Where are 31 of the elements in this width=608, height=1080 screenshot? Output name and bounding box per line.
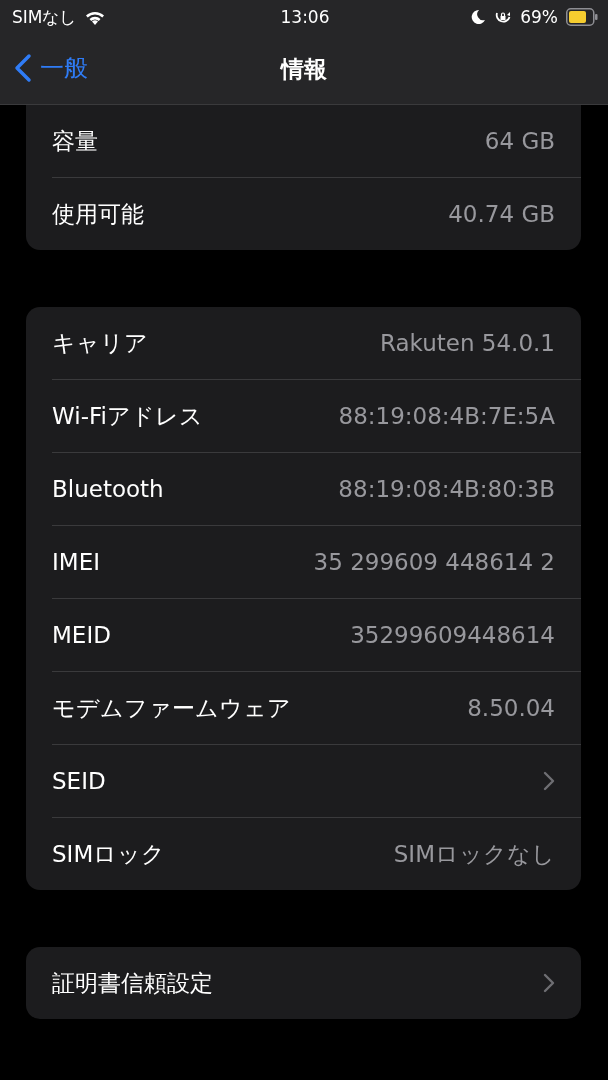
- wifi-icon: [84, 9, 107, 25]
- row-label: SEID: [52, 768, 106, 794]
- row-label: 証明書信頼設定: [52, 968, 213, 998]
- carrier-label: SIMなし: [12, 5, 77, 29]
- row-label: 使用可能: [52, 199, 144, 229]
- battery-percent: 69%: [520, 7, 558, 27]
- row-value: 88:19:08:4B:7E:5A: [338, 403, 555, 429]
- row-value: Rakuten 54.0.1: [380, 330, 555, 356]
- row-value: 64 GB: [484, 128, 555, 154]
- row-label: IMEI: [52, 549, 100, 575]
- row-label: SIMロック: [52, 839, 166, 869]
- page-title: 情報: [281, 54, 327, 84]
- row-value: 88:19:08:4B:80:3B: [338, 476, 555, 502]
- row-label: モデムファームウェア: [52, 693, 291, 723]
- row-value: 35299609448614: [350, 622, 555, 648]
- row-label: Bluetooth: [52, 476, 164, 502]
- row-value: 35 299609 448614 2: [313, 549, 555, 575]
- moon-icon: [470, 9, 487, 25]
- row-value: SIMロックなし: [393, 839, 555, 869]
- back-chevron-icon: [14, 53, 32, 83]
- row-value: 40.74 GB: [448, 201, 555, 227]
- row-value: 8.50.04: [467, 695, 555, 721]
- battery-icon: [566, 8, 598, 26]
- chevron-icon: [543, 973, 555, 993]
- clock: 13:06: [280, 7, 330, 27]
- row-label: MEID: [52, 622, 111, 648]
- chevron-icon: [543, 771, 555, 791]
- row-label: 容量: [52, 126, 98, 156]
- back-button[interactable]: 一般: [14, 52, 88, 84]
- row-label: Wi-Fiアドレス: [52, 401, 203, 431]
- row-label: キャリア: [52, 328, 148, 358]
